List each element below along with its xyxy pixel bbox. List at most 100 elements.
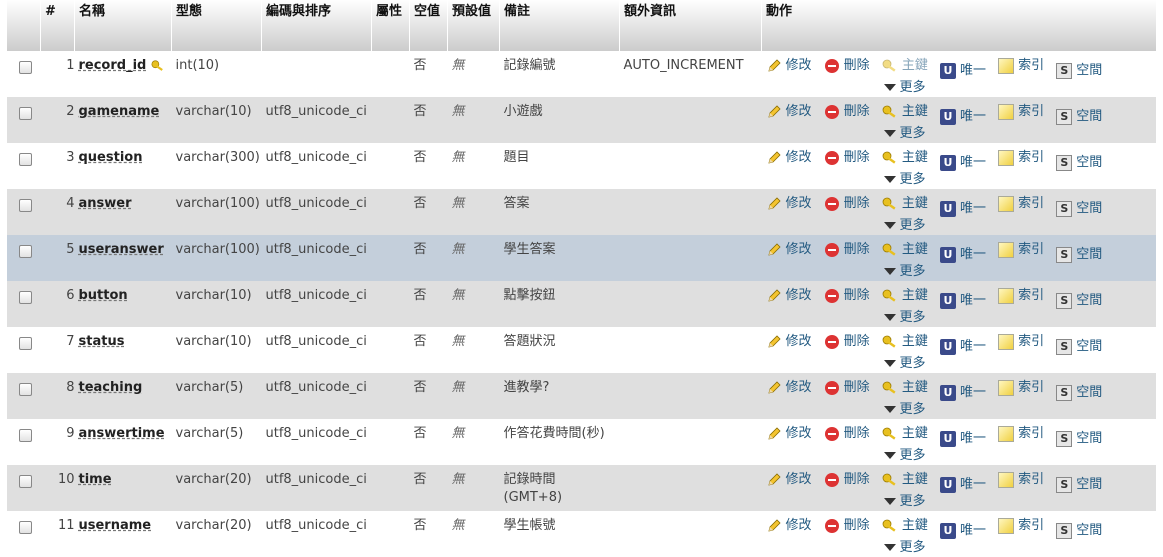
change-action[interactable]: 修改 [766,517,812,535]
column-name[interactable]: gamename [79,104,160,119]
primary-action[interactable]: 主鍵 [882,287,928,305]
index-action[interactable]: 索引 [998,57,1044,75]
primary-action[interactable]: 主鍵 [882,103,928,121]
column-name[interactable]: time [79,472,112,487]
more-dropdown[interactable]: 更多 [883,355,1156,373]
drop-action[interactable]: 刪除 [824,149,870,167]
unique-action[interactable]: U 唯一 [939,430,986,448]
header-extra[interactable]: 額外資訊 [619,0,762,51]
drop-action[interactable]: 刪除 [824,195,870,213]
change-action[interactable]: 修改 [766,241,812,259]
more-dropdown[interactable]: 更多 [883,79,1156,97]
change-action[interactable]: 修改 [766,287,812,305]
header-attributes[interactable]: 屬性 [371,0,410,51]
spatial-action[interactable]: S 空間 [1056,476,1102,494]
primary-action[interactable]: 主鍵 [882,333,928,351]
column-name[interactable]: username [79,518,152,533]
row-checkbox[interactable] [18,475,32,488]
unique-action[interactable]: U 唯一 [939,154,986,172]
index-action[interactable]: 索引 [998,287,1044,305]
spatial-action[interactable]: S 空間 [1056,154,1102,172]
change-action[interactable]: 修改 [766,195,812,213]
row-checkbox[interactable] [18,153,32,166]
index-action[interactable]: 索引 [998,425,1044,443]
primary-action[interactable]: 主鍵 [882,517,928,535]
row-checkbox[interactable] [18,337,32,350]
unique-action[interactable]: U 唯一 [939,522,986,540]
drop-action[interactable]: 刪除 [824,425,870,443]
column-name[interactable]: answertime [79,426,165,441]
unique-action[interactable]: U 唯一 [939,200,986,218]
drop-action[interactable]: 刪除 [824,379,870,397]
drop-action[interactable]: 刪除 [824,287,870,305]
more-dropdown[interactable]: 更多 [883,125,1156,143]
primary-action[interactable]: 主鍵 [882,195,928,213]
index-action[interactable]: 索引 [998,195,1044,213]
spatial-action[interactable]: S 空間 [1056,338,1102,356]
spatial-action[interactable]: S 空間 [1056,108,1102,126]
change-action[interactable]: 修改 [766,57,812,75]
header-comment[interactable]: 備註 [499,0,620,51]
primary-action[interactable]: 主鍵 [882,241,928,259]
header-collation[interactable]: 編碼與排序 [261,0,372,51]
change-action[interactable]: 修改 [766,149,812,167]
drop-action[interactable]: 刪除 [824,333,870,351]
spatial-action[interactable]: S 空間 [1056,62,1102,80]
primary-action[interactable]: 主鍵 [882,425,928,443]
more-dropdown[interactable]: 更多 [883,539,1156,557]
column-name[interactable]: record_id [79,58,147,73]
unique-action[interactable]: U 唯一 [939,292,986,310]
unique-action[interactable]: U 唯一 [939,246,986,264]
more-dropdown[interactable]: 更多 [883,493,1156,511]
index-action[interactable]: 索引 [998,517,1044,535]
row-checkbox[interactable] [18,107,32,120]
row-checkbox[interactable] [18,199,32,212]
unique-action[interactable]: U 唯一 [939,476,986,494]
index-action[interactable]: 索引 [998,333,1044,351]
drop-action[interactable]: 刪除 [824,471,870,489]
header-default[interactable]: 預設值 [447,0,500,51]
unique-action[interactable]: U 唯一 [939,384,986,402]
index-action[interactable]: 索引 [998,241,1044,259]
change-action[interactable]: 修改 [766,471,812,489]
unique-action[interactable]: U 唯一 [939,108,986,126]
header-type[interactable]: 型態 [171,0,262,51]
change-action[interactable]: 修改 [766,425,812,443]
row-checkbox[interactable] [18,61,32,74]
header-name[interactable]: 名稱 [74,0,172,51]
unique-action[interactable]: U 唯一 [939,338,986,356]
index-action[interactable]: 索引 [998,103,1044,121]
drop-action[interactable]: 刪除 [824,103,870,121]
more-dropdown[interactable]: 更多 [883,447,1156,465]
more-dropdown[interactable]: 更多 [883,401,1156,419]
column-name[interactable]: useranswer [79,242,164,257]
row-checkbox[interactable] [18,429,32,442]
more-dropdown[interactable]: 更多 [883,309,1156,327]
more-dropdown[interactable]: 更多 [883,171,1156,189]
column-name[interactable]: status [79,334,125,349]
spatial-action[interactable]: S 空間 [1056,522,1102,540]
change-action[interactable]: 修改 [766,333,812,351]
index-action[interactable]: 索引 [998,379,1044,397]
more-dropdown[interactable]: 更多 [883,217,1156,235]
change-action[interactable]: 修改 [766,103,812,121]
primary-action[interactable]: 主鍵 [882,57,928,75]
row-checkbox[interactable] [18,245,32,258]
spatial-action[interactable]: S 空間 [1056,384,1102,402]
spatial-action[interactable]: S 空間 [1056,430,1102,448]
drop-action[interactable]: 刪除 [824,57,870,75]
spatial-action[interactable]: S 空間 [1056,200,1102,218]
primary-action[interactable]: 主鍵 [882,379,928,397]
more-dropdown[interactable]: 更多 [883,263,1156,281]
row-checkbox[interactable] [18,521,32,534]
index-action[interactable]: 索引 [998,149,1044,167]
spatial-action[interactable]: S 空間 [1056,246,1102,264]
column-name[interactable]: button [79,288,128,303]
change-action[interactable]: 修改 [766,379,812,397]
column-name[interactable]: answer [79,196,132,211]
index-action[interactable]: 索引 [998,471,1044,489]
drop-action[interactable]: 刪除 [824,517,870,535]
spatial-action[interactable]: S 空間 [1056,292,1102,310]
row-checkbox[interactable] [18,291,32,304]
column-name[interactable]: question [79,150,143,165]
